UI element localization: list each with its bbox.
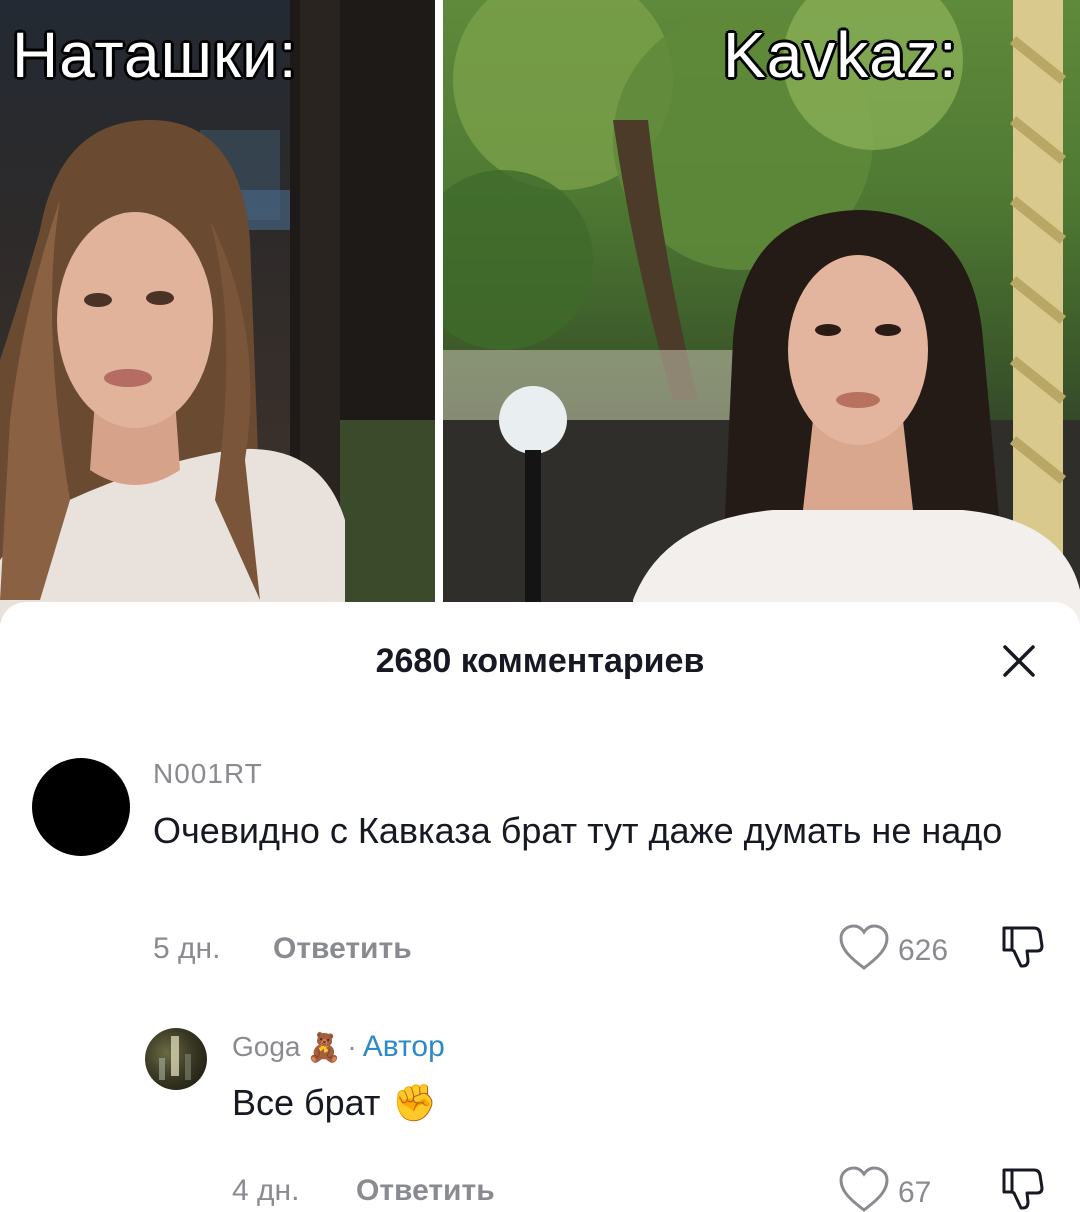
right-caption: Kavkaz:: [723, 19, 958, 91]
reply-button[interactable]: Ответить: [356, 1174, 495, 1208]
comment-text: Очевидно с Кавказа брат тут даже думать …: [153, 810, 1003, 851]
meme-image: Наташки: Kavkaz:: [0, 0, 1080, 640]
like-button[interactable]: 626: [838, 924, 948, 977]
comment-username[interactable]: N001RT: [153, 758, 263, 790]
heart-icon: [838, 1166, 890, 1212]
comment-text: Все брат: [232, 1082, 381, 1123]
comment-time: 4 дн.: [232, 1174, 300, 1207]
comments-sheet: 2680 комментариев N001RT Очевидно с Кавк…: [0, 602, 1080, 1212]
like-button[interactable]: 67: [838, 1166, 931, 1212]
thumbs-down-icon[interactable]: [1000, 924, 1044, 975]
left-caption: Наташки:: [12, 19, 298, 91]
heart-icon: [838, 924, 890, 977]
teddy-bear-emoji: 🧸: [306, 1031, 342, 1063]
separator-dot: ·: [347, 1031, 357, 1062]
like-count: 626: [898, 933, 949, 967]
thumbs-down-icon[interactable]: [1000, 1166, 1044, 1212]
close-icon[interactable]: [996, 638, 1042, 684]
left-photo: [0, 0, 435, 640]
author-badge: Автор: [362, 1030, 445, 1063]
avatar[interactable]: [145, 1028, 207, 1090]
comment-text-row: Все брат ✊: [232, 1074, 437, 1132]
left-photo-panel: Наташки:: [0, 0, 435, 640]
comment-username[interactable]: Goga: [232, 1031, 301, 1063]
comment-username-row: Goga 🧸 · Автор: [232, 1030, 445, 1064]
comment-time: 5 дн.: [153, 932, 221, 965]
reply-button[interactable]: Ответить: [273, 932, 412, 966]
right-photo: [443, 0, 1080, 640]
avatar[interactable]: [32, 758, 130, 856]
right-photo-panel: Kavkaz:: [443, 0, 1080, 640]
raised-fist-emoji: ✊: [392, 1082, 438, 1123]
like-count: 67: [898, 1175, 932, 1209]
comments-count-title: 2680 комментариев: [375, 642, 705, 680]
panel-divider: [435, 0, 443, 640]
